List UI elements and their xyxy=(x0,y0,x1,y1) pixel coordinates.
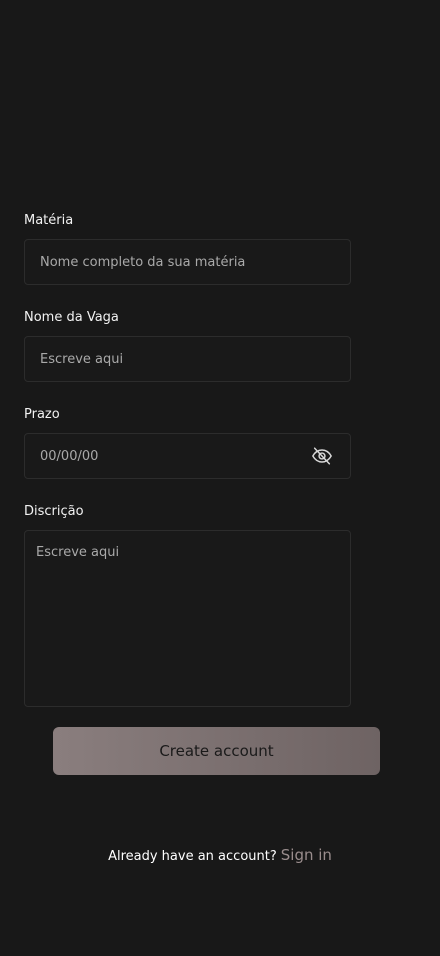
eye-off-icon[interactable] xyxy=(310,444,334,468)
prazo-placeholder: 00/00/00 xyxy=(40,448,99,464)
sign-in-link[interactable]: Sign in xyxy=(281,846,332,864)
materia-placeholder: Nome completo da sua matéria xyxy=(40,254,246,270)
descricao-textarea[interactable]: Escreve aqui xyxy=(24,530,351,707)
prazo-label: Prazo xyxy=(24,407,60,422)
create-form-screen: Matéria Nome completo da sua matéria Nom… xyxy=(0,0,440,956)
vaga-input[interactable]: Escreve aqui xyxy=(24,336,351,382)
descricao-placeholder: Escreve aqui xyxy=(36,545,120,560)
vaga-label: Nome da Vaga xyxy=(24,310,119,325)
prazo-input[interactable]: 00/00/00 xyxy=(24,433,351,479)
signin-prompt-text: Already have an account? xyxy=(108,849,277,864)
materia-label: Matéria xyxy=(24,213,74,228)
vaga-placeholder: Escreve aqui xyxy=(40,351,124,367)
descricao-label: Discrição xyxy=(24,504,84,519)
create-account-button[interactable]: Create account xyxy=(53,727,380,775)
materia-input[interactable]: Nome completo da sua matéria xyxy=(24,239,351,285)
signin-prompt-row: Already have an account? Sign in xyxy=(0,846,440,864)
